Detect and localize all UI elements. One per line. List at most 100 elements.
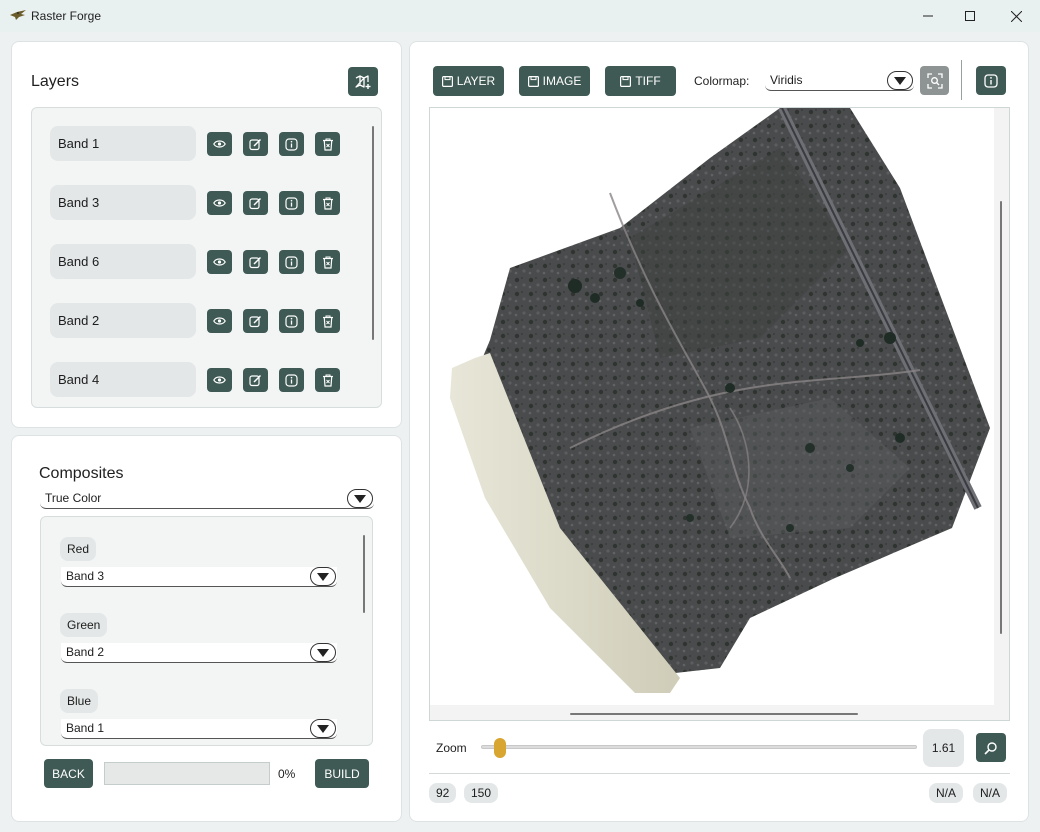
info-icon — [285, 196, 298, 210]
layer-row[interactable]: Band 1 — [50, 126, 350, 162]
delete-layer-button[interactable] — [315, 191, 340, 215]
layer-info-button[interactable] — [279, 309, 304, 333]
layers-title: Layers — [31, 73, 80, 90]
toggle-visibility-button[interactable] — [207, 191, 232, 215]
colormap-label: Colormap: — [694, 74, 750, 88]
channel-select-green[interactable]: Band 2 — [61, 643, 337, 663]
layer-row[interactable]: Band 6 — [50, 244, 350, 280]
canvas-vscrollbar[interactable] — [1000, 201, 1002, 634]
layer-info-button[interactable] — [279, 368, 304, 392]
composites-panel: Composites True Color Red Band 3 Green Band… — [11, 435, 402, 822]
delete-layer-button[interactable] — [315, 368, 340, 392]
add-layer-button[interactable] — [348, 67, 378, 96]
info-icon — [984, 73, 998, 88]
falcon-logo — [10, 10, 26, 20]
trash-icon — [322, 138, 334, 151]
app-title: Raster Forge — [31, 9, 102, 23]
toggle-visibility-button[interactable] — [207, 132, 232, 156]
layer-info-button[interactable] — [279, 191, 304, 215]
zoom-fit-button[interactable] — [920, 66, 949, 95]
zoom-slider-track[interactable] — [481, 745, 917, 749]
add-map-icon — [355, 74, 371, 89]
edit-layer-button[interactable] — [243, 132, 268, 156]
canvas-vscroll-track[interactable] — [994, 108, 1009, 720]
delete-layer-button[interactable] — [315, 250, 340, 274]
layer-name[interactable]: Band 1 — [50, 126, 196, 161]
layer-name[interactable]: Band 6 — [50, 244, 196, 279]
colormap-select[interactable]: Viridis — [765, 71, 914, 91]
channel-label-blue: Blue — [60, 689, 99, 713]
raster-image — [450, 108, 990, 693]
layer-row[interactable]: Band 4 — [50, 362, 350, 398]
composites-title: Composites — [39, 465, 124, 482]
edit-layer-button[interactable] — [243, 191, 268, 215]
toggle-visibility-button[interactable] — [207, 250, 232, 274]
save-icon — [620, 75, 632, 87]
build-button[interactable]: BUILD — [315, 759, 369, 788]
channel-select-red[interactable]: Band 3 — [61, 567, 337, 587]
info-button[interactable] — [976, 66, 1006, 95]
edit-icon — [249, 256, 262, 269]
colormap-select-value: Viridis — [770, 73, 803, 87]
composite-select[interactable]: True Color — [40, 489, 374, 509]
save-layer-button[interactable]: LAYER — [433, 66, 504, 96]
edit-layer-button[interactable] — [243, 368, 268, 392]
close-icon — [1010, 10, 1022, 22]
channel-list[interactable]: Red Band 3 Green Band 2 Blue Band 1 — [40, 516, 373, 746]
layer-row[interactable]: Band 3 — [50, 185, 350, 221]
zoom-search-button[interactable] — [976, 733, 1006, 762]
viewer-panel: LAYER IMAGE TIFF Colormap: Viridis Zoom … — [409, 41, 1029, 822]
layer-row[interactable]: Band 2 — [50, 303, 350, 339]
save-image-label: IMAGE — [542, 74, 582, 88]
chevron-down-icon — [347, 489, 373, 508]
delete-layer-button[interactable] — [315, 309, 340, 333]
maximize-icon — [965, 11, 975, 21]
chevron-down-icon — [310, 567, 336, 586]
eye-icon — [213, 139, 226, 149]
save-tiff-button[interactable]: TIFF — [605, 66, 676, 96]
status-x: 92 — [429, 783, 457, 803]
channel-select-value: Band 1 — [66, 721, 105, 735]
layer-name[interactable]: Band 2 — [50, 303, 196, 338]
toggle-visibility-button[interactable] — [207, 368, 232, 392]
save-icon — [441, 75, 453, 87]
layer-name[interactable]: Band 4 — [50, 362, 196, 397]
channel-label-red: Red — [60, 537, 97, 561]
close-button[interactable] — [993, 0, 1039, 32]
delete-layer-button[interactable] — [315, 132, 340, 156]
title-bar: Raster Forge — [0, 0, 1040, 32]
layer-list-scrollbar[interactable] — [372, 126, 374, 340]
info-icon — [285, 373, 298, 387]
layer-list[interactable]: Band 1 Band 3 Band 6 Band 2 Band 4 — [31, 107, 382, 408]
zoom-slider-handle[interactable] — [494, 738, 507, 758]
minimize-icon — [923, 15, 933, 17]
edit-icon — [249, 138, 262, 151]
layer-name[interactable]: Band 3 — [50, 185, 196, 220]
trash-icon — [322, 374, 334, 387]
layer-info-button[interactable] — [279, 250, 304, 274]
status-y: 150 — [464, 783, 499, 803]
toolbar-divider — [961, 60, 962, 100]
canvas-hscrollbar[interactable] — [570, 713, 858, 715]
edit-icon — [249, 374, 262, 387]
layer-info-button[interactable] — [279, 132, 304, 156]
zoom-fit-icon — [926, 72, 943, 89]
info-icon — [285, 137, 298, 151]
save-image-button[interactable]: IMAGE — [519, 66, 590, 96]
raster-canvas[interactable] — [429, 107, 1010, 721]
back-button[interactable]: BACK — [44, 759, 93, 788]
channel-list-scrollbar[interactable] — [363, 535, 365, 613]
channel-select-blue[interactable]: Band 1 — [61, 719, 337, 739]
zoom-value: 1.61 — [923, 729, 964, 767]
minimize-button[interactable] — [905, 0, 951, 32]
maximize-button[interactable] — [947, 0, 993, 32]
save-icon — [527, 75, 539, 87]
edit-layer-button[interactable] — [243, 309, 268, 333]
toggle-visibility-button[interactable] — [207, 309, 232, 333]
chevron-down-icon — [887, 71, 913, 90]
edit-layer-button[interactable] — [243, 250, 268, 274]
edit-icon — [249, 315, 262, 328]
channel-select-value: Band 2 — [66, 645, 105, 659]
eye-icon — [213, 316, 226, 326]
build-progress-bar — [104, 762, 270, 785]
